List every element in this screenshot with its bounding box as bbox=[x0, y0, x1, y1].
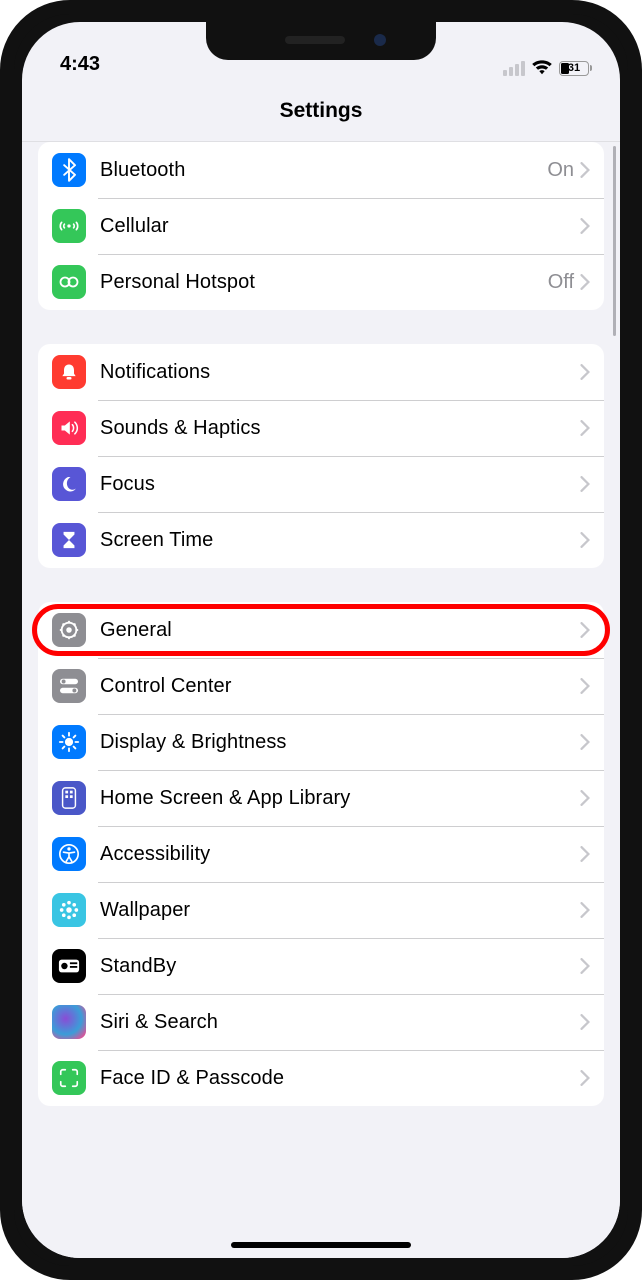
nav-header: Settings bbox=[22, 80, 620, 142]
row-label: Screen Time bbox=[100, 529, 580, 552]
settings-row-faceid[interactable]: Face ID & Passcode bbox=[38, 1050, 604, 1106]
brightness-icon bbox=[52, 725, 86, 759]
hourglass-icon bbox=[52, 523, 86, 557]
settings-row-standby[interactable]: StandBy bbox=[38, 938, 604, 994]
moon-icon bbox=[52, 467, 86, 501]
switches-icon bbox=[52, 669, 86, 703]
chevron-right-icon bbox=[580, 902, 590, 918]
chevron-right-icon bbox=[580, 532, 590, 548]
settings-row-siri[interactable]: Siri & Search bbox=[38, 994, 604, 1050]
row-label: Wallpaper bbox=[100, 899, 580, 922]
settings-group-notifications: Notifications Sounds & Haptics Focus bbox=[38, 344, 604, 568]
settings-row-notifications[interactable]: Notifications bbox=[38, 344, 604, 400]
homescreen-icon bbox=[52, 781, 86, 815]
row-label: Focus bbox=[100, 473, 580, 496]
notch bbox=[206, 22, 436, 60]
siri-icon bbox=[52, 1005, 86, 1039]
chevron-right-icon bbox=[580, 1014, 590, 1030]
settings-row-display[interactable]: Display & Brightness bbox=[38, 714, 604, 770]
wallpaper-icon bbox=[52, 893, 86, 927]
chevron-right-icon bbox=[580, 364, 590, 380]
row-label: Face ID & Passcode bbox=[100, 1067, 580, 1090]
battery-icon: 31 bbox=[559, 61, 592, 76]
battery-percent: 31 bbox=[560, 62, 588, 74]
chevron-right-icon bbox=[580, 846, 590, 862]
row-label: Siri & Search bbox=[100, 1011, 580, 1034]
row-value: Off bbox=[548, 271, 574, 294]
chevron-right-icon bbox=[580, 678, 590, 694]
row-label: Personal Hotspot bbox=[100, 271, 548, 294]
bell-icon bbox=[52, 355, 86, 389]
page-title: Settings bbox=[280, 99, 363, 123]
settings-row-focus[interactable]: Focus bbox=[38, 456, 604, 512]
chevron-right-icon bbox=[580, 790, 590, 806]
accessibility-icon bbox=[52, 837, 86, 871]
chevron-right-icon bbox=[580, 420, 590, 436]
phone-frame: 4:43 31 Settings bbox=[0, 0, 642, 1280]
gear-icon bbox=[52, 613, 86, 647]
settings-row-sounds[interactable]: Sounds & Haptics bbox=[38, 400, 604, 456]
row-label: Display & Brightness bbox=[100, 731, 580, 754]
settings-row-accessibility[interactable]: Accessibility bbox=[38, 826, 604, 882]
settings-row-controlcenter[interactable]: Control Center bbox=[38, 658, 604, 714]
settings-row-homescreen[interactable]: Home Screen & App Library bbox=[38, 770, 604, 826]
settings-row-hotspot[interactable]: Personal Hotspot Off bbox=[38, 254, 604, 310]
settings-group-system: General Control Center Display & Brightn… bbox=[38, 602, 604, 1106]
scroll-indicator bbox=[613, 146, 616, 336]
chevron-right-icon bbox=[580, 476, 590, 492]
chevron-right-icon bbox=[580, 162, 590, 178]
faceid-icon bbox=[52, 1061, 86, 1095]
chevron-right-icon bbox=[580, 274, 590, 290]
row-label: Accessibility bbox=[100, 843, 580, 866]
chevron-right-icon bbox=[580, 734, 590, 750]
hotspot-icon bbox=[52, 265, 86, 299]
chevron-right-icon bbox=[580, 218, 590, 234]
row-label: Home Screen & App Library bbox=[100, 787, 580, 810]
row-label: Sounds & Haptics bbox=[100, 417, 580, 440]
cellular-icon bbox=[52, 209, 86, 243]
wifi-icon bbox=[531, 60, 553, 76]
row-label: StandBy bbox=[100, 955, 580, 978]
row-label: Cellular bbox=[100, 215, 580, 238]
speaker-icon bbox=[52, 411, 86, 445]
chevron-right-icon bbox=[580, 622, 590, 638]
row-label: Notifications bbox=[100, 361, 580, 384]
row-label: General bbox=[100, 619, 580, 642]
settings-row-cellular[interactable]: Cellular bbox=[38, 198, 604, 254]
bluetooth-icon bbox=[52, 153, 86, 187]
settings-row-wallpaper[interactable]: Wallpaper bbox=[38, 882, 604, 938]
home-indicator[interactable] bbox=[231, 1242, 411, 1248]
row-label: Control Center bbox=[100, 675, 580, 698]
settings-row-screentime[interactable]: Screen Time bbox=[38, 512, 604, 568]
row-label: Bluetooth bbox=[100, 159, 547, 182]
chevron-right-icon bbox=[580, 958, 590, 974]
settings-row-general[interactable]: General bbox=[38, 602, 604, 658]
chevron-right-icon bbox=[580, 1070, 590, 1086]
row-value: On bbox=[547, 159, 574, 182]
settings-group-connectivity: Bluetooth On Cellular Personal Hotspot bbox=[38, 142, 604, 310]
cellular-signal-icon bbox=[503, 61, 525, 76]
settings-row-bluetooth[interactable]: Bluetooth On bbox=[38, 142, 604, 198]
standby-icon bbox=[52, 949, 86, 983]
screen: 4:43 31 Settings bbox=[22, 22, 620, 1258]
status-time: 4:43 bbox=[60, 53, 100, 75]
settings-list[interactable]: Bluetooth On Cellular Personal Hotspot bbox=[22, 142, 620, 1258]
